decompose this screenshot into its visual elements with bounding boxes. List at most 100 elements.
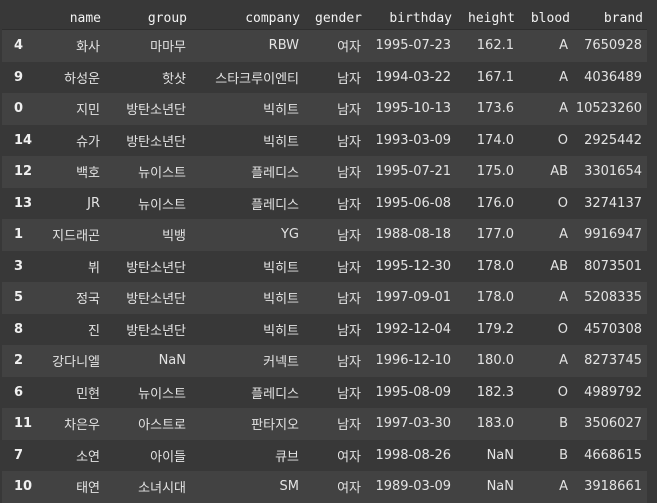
row-index: 11 [14,416,33,432]
cell-gender: 남자 [337,71,361,87]
cell-gender: 여자 [337,449,361,465]
cell-birthday: 1994-03-22 [375,69,451,85]
header-height: height [456,0,519,30]
header-name: name [36,0,105,30]
cell-company: 플레디스 [251,197,299,213]
cell-height: 183.0 [476,416,514,432]
cell-blood: O [557,195,568,211]
cell-company: 빅히트 [263,260,299,276]
row-index: 2 [14,353,24,369]
cell-gender: 여자 [337,40,361,56]
cell-height: 175.0 [476,164,514,180]
cell-height: 177.0 [476,227,514,243]
cell-birthday: 1997-03-30 [375,416,451,432]
cell-height: 167.1 [476,69,514,85]
row-index: 1 [14,227,24,243]
cell-name: 지민 [76,103,100,119]
cell-gender: 남자 [337,260,361,276]
row-index: 5 [14,290,24,306]
cell-gender: 여자 [337,481,361,497]
cell-gender: 남자 [337,323,361,339]
cell-height: 173.6 [476,101,514,117]
row-index: 13 [14,195,33,211]
cell-group: 마마무 [150,40,186,56]
cell-brand: 3274137 [584,195,642,211]
cell-blood: O [557,321,568,337]
cell-brand: 9916947 [584,227,642,243]
table-row: 13 JR 뉴이스트 플레디스 남자 1995-06-08 176.0 O 32… [2,187,647,219]
table-row: 10 태연 소녀시대 SM 여자 1989-03-09 NaN A 391866… [2,471,647,503]
cell-group: 방탄소년단 [126,103,186,119]
cell-gender: 남자 [337,166,361,182]
cell-brand: 8273745 [584,353,642,369]
cell-birthday: 1993-03-09 [375,132,451,148]
cell-company: 플레디스 [251,166,299,182]
cell-name: 태연 [76,481,100,497]
row-index: 3 [14,258,24,274]
cell-name: 정국 [76,292,100,308]
cell-company: 플레디스 [251,386,299,402]
cell-gender: 남자 [337,355,361,371]
cell-height: NaN [486,447,514,463]
table-row: 8 진 방탄소년단 빅히트 남자 1992-12-04 179.2 O 4570… [2,313,647,345]
cell-blood: A [559,353,568,369]
row-index: 8 [14,321,24,337]
table-row: 0 지민 방탄소년단 빅히트 남자 1995-10-13 173.6 A 105… [2,93,647,125]
cell-brand: 8073501 [584,258,642,274]
cell-blood: A [559,69,568,85]
table-header: name group company gender birthday heigh… [2,0,647,30]
cell-blood: A [559,101,568,117]
cell-group: 뉴이스트 [138,386,186,402]
cell-gender: 남자 [337,103,361,119]
cell-brand: 5208335 [584,290,642,306]
cell-company: 빅히트 [263,292,299,308]
cell-brand: 10523260 [575,101,642,117]
cell-group: 뉴이스트 [138,197,186,213]
cell-birthday: 1995-06-08 [375,195,451,211]
cell-company: 스타크루이엔티 [215,71,299,87]
table-row: 2 강다니엘 NaN 커넥트 남자 1996-12-10 180.0 A 827… [2,345,647,377]
cell-blood: A [559,38,568,54]
cell-height: 180.0 [476,353,514,369]
dataframe-table: name group company gender birthday heigh… [2,0,647,503]
cell-blood: O [557,132,568,148]
table-row: 9 하성운 핫샷 스타크루이엔티 남자 1994-03-22 167.1 A 4… [2,61,647,93]
dataframe-output: name group company gender birthday heigh… [0,0,657,503]
cell-blood: B [559,416,568,432]
cell-group: 아스트로 [138,418,186,434]
cell-group: 아이들 [150,449,186,465]
header-brand: brand [574,0,647,30]
cell-gender: 남자 [337,292,361,308]
cell-name: 백호 [76,166,100,182]
cell-blood: A [559,290,568,306]
header-blood: blood [519,0,574,30]
cell-name: 차은우 [64,418,100,434]
cell-name: JR [87,195,100,211]
cell-group: 핫샷 [162,71,186,87]
header-birthday: birthday [366,0,456,30]
cell-birthday: 1996-12-10 [375,353,451,369]
cell-blood: AB [550,164,568,180]
table-row: 14 슈가 방탄소년단 빅히트 남자 1993-03-09 174.0 O 29… [2,124,647,156]
header-group: group [105,0,191,30]
cell-company: 빅히트 [263,134,299,150]
cell-blood: A [559,479,568,495]
cell-birthday: 1997-09-01 [375,290,451,306]
cell-group: 뉴이스트 [138,166,186,182]
cell-birthday: 1995-10-13 [375,101,451,117]
header-gender: gender [304,0,366,30]
row-index: 14 [14,132,33,148]
table-row: 11 차은우 아스트로 판타지오 남자 1997-03-30 183.0 B 3… [2,408,647,440]
cell-blood: A [559,227,568,243]
table-row: 1 지드래곤 빅뱅 YG 남자 1988-08-18 177.0 A 99169… [2,219,647,251]
cell-company: 빅히트 [263,323,299,339]
table-row: 4 화사 마마무 RBW 여자 1995-07-23 162.1 A 76509… [2,29,647,62]
cell-name: 진 [88,323,100,339]
cell-name: 민현 [76,386,100,402]
cell-group: 소녀시대 [138,481,186,497]
table-row: 3 뷔 방탄소년단 빅히트 남자 1995-12-30 178.0 AB 807… [2,250,647,282]
cell-name: 뷔 [88,260,100,276]
cell-name: 슈가 [76,134,100,150]
table-body: 4 화사 마마무 RBW 여자 1995-07-23 162.1 A 76509… [2,29,647,503]
cell-company: 빅히트 [263,103,299,119]
